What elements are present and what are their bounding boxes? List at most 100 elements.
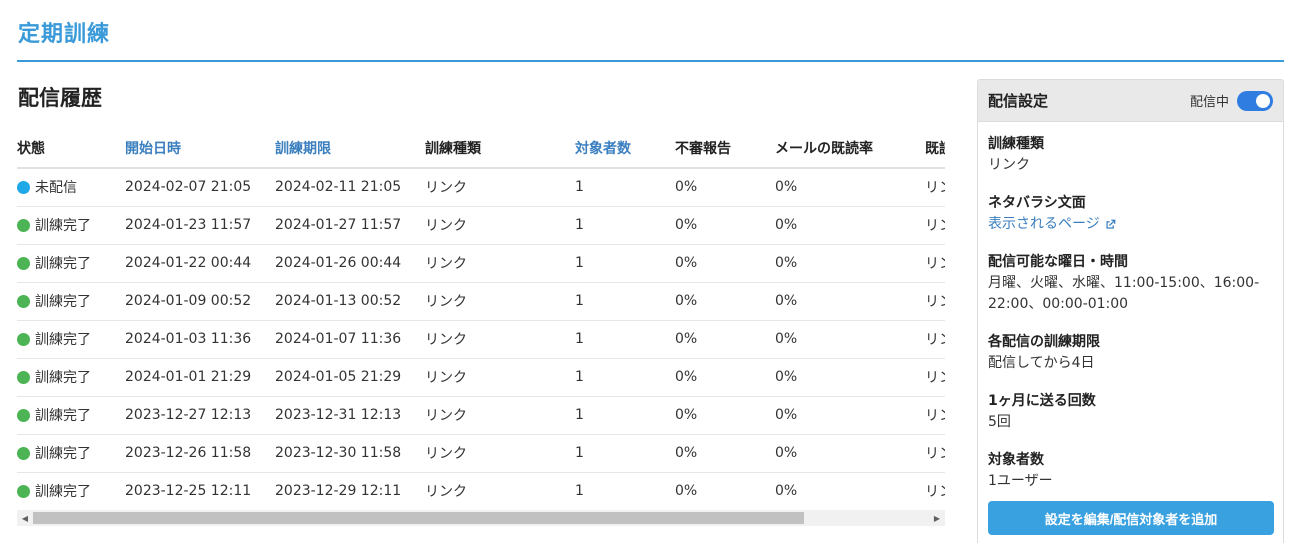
table-cell: 訓練完了 <box>17 358 125 397</box>
column-header: 不審報告 <box>675 128 775 169</box>
table-cell: リン <box>925 206 945 245</box>
column-header: 既読 <box>925 128 945 169</box>
scrollbar-thumb[interactable] <box>33 512 804 524</box>
table-cell: 0% <box>775 282 925 321</box>
field-value: 配信してから4日 <box>988 355 1095 371</box>
table-cell: 2024-02-11 21:05 <box>275 168 425 207</box>
status-label: 訓練完了 <box>35 446 91 462</box>
table-cell: 訓練完了 <box>17 320 125 359</box>
table-cell: 0% <box>675 358 775 397</box>
column-header[interactable]: 開始日時 <box>125 128 275 169</box>
table-cell: リンク <box>425 320 575 359</box>
delivery-toggle[interactable] <box>1237 90 1273 111</box>
table-cell: リンク <box>425 472 575 510</box>
field-deadline: 各配信の訓練期限 配信してから4日 <box>988 332 1273 374</box>
edit-settings-button[interactable]: 設定を編集/配信対象者を追加 <box>988 501 1274 535</box>
field-label: 対象者数 <box>988 452 1044 468</box>
table-header-row: 状態開始日時訓練期限訓練種類対象者数不審報告メールの既読率既読 <box>17 128 945 169</box>
table-cell: 2023-12-30 11:58 <box>275 434 425 473</box>
column-header[interactable]: 訓練期限 <box>275 128 425 169</box>
status-label: 訓練完了 <box>35 256 91 272</box>
status-label: 訓練完了 <box>35 294 91 310</box>
table-cell: 2024-01-13 00:52 <box>275 282 425 321</box>
table-cell: 0% <box>675 168 775 207</box>
table-row[interactable]: 訓練完了 2024-01-23 11:57 2024-01-27 11:57 リンク 1… <box>17 206 945 245</box>
table-cell: 2024-01-01 21:29 <box>125 358 275 397</box>
field-value: 月曜、火曜、水曜、11:00-15:00、16:00-22:00、00:00-0… <box>988 275 1260 312</box>
table-row[interactable]: 訓練完了 2024-01-22 00:44 2024-01-26 00:44 リンク 1… <box>17 244 945 283</box>
status-dot-icon <box>17 447 30 460</box>
field-label: 訓練種類 <box>988 136 1044 152</box>
link-label: 表示されるページ <box>988 216 1100 232</box>
table-cell: 2024-02-07 21:05 <box>125 168 275 207</box>
status-dot-icon <box>17 485 30 498</box>
table-cell: リンク <box>425 358 575 397</box>
table-cell: 1 <box>575 434 675 473</box>
table-cell: 2023-12-27 12:13 <box>125 396 275 435</box>
scroll-left-arrow-icon[interactable]: ◀ <box>17 510 33 526</box>
history-table-container: 状態開始日時訓練期限訓練種類対象者数不審報告メールの既読率既読 未配信 2024-… <box>17 128 945 510</box>
column-header: 訓練種類 <box>425 128 575 169</box>
table-cell: 訓練完了 <box>17 282 125 321</box>
table-cell: リン <box>925 244 945 283</box>
field-label: ネタバラシ文面 <box>988 195 1086 211</box>
status-dot-icon <box>17 181 30 195</box>
table-cell: 0% <box>775 206 925 245</box>
table-cell: リン <box>925 358 945 397</box>
horizontal-scrollbar[interactable]: ◀ ▶ <box>17 510 945 526</box>
scroll-right-arrow-icon[interactable]: ▶ <box>929 510 945 526</box>
status-label: 訓練完了 <box>35 332 91 348</box>
table-row[interactable]: 未配信 2024-02-07 21:05 2024-02-11 21:05 リンク 1 0… <box>17 168 945 207</box>
table-cell: 0% <box>675 206 775 245</box>
table-row[interactable]: 訓練完了 2024-01-01 21:29 2024-01-05 21:29 リンク 1… <box>17 358 945 397</box>
table-cell: 2023-12-25 12:11 <box>125 472 275 510</box>
status-label: 訓練完了 <box>35 484 91 500</box>
table-cell: 0% <box>675 396 775 435</box>
table-cell: 1 <box>575 358 675 397</box>
toggle-label: 配信中 <box>1189 95 1229 110</box>
table-row[interactable]: 訓練完了 2024-01-03 11:36 2024-01-07 11:36 リンク 1… <box>17 320 945 359</box>
page-title: 定期訓練 <box>18 22 111 47</box>
column-header[interactable]: 対象者数 <box>575 128 675 169</box>
table-cell: 訓練完了 <box>17 206 125 245</box>
table-cell: 2023-12-31 12:13 <box>275 396 425 435</box>
panel-header: 配信設定 配信中 <box>978 80 1283 122</box>
table-cell: リン <box>925 434 945 473</box>
table-cell: 1 <box>575 168 675 207</box>
table-cell: 2023-12-26 11:58 <box>125 434 275 473</box>
panel-body: 訓練種類 リンク ネタバラシ文面 表示されるページ 配信可能な曜日・時間 月曜、… <box>978 122 1283 492</box>
table-cell: リンク <box>425 206 575 245</box>
external-link-icon <box>1106 219 1116 229</box>
table-cell: 2024-01-03 11:36 <box>125 320 275 359</box>
table-body: 未配信 2024-02-07 21:05 2024-02-11 21:05 リンク 1 0… <box>17 168 945 510</box>
delivery-toggle-group: 配信中 <box>1189 90 1273 111</box>
field-value: 5回 <box>988 414 1011 430</box>
field-training-type: 訓練種類 リンク <box>988 134 1273 176</box>
field-reveal-text: ネタバラシ文面 表示されるページ <box>988 193 1273 235</box>
status-dot-icon <box>17 219 30 232</box>
table-cell: 0% <box>775 358 925 397</box>
table-row[interactable]: 訓練完了 2023-12-26 11:58 2023-12-30 11:58 リンク 1… <box>17 434 945 473</box>
status-label: 訓練完了 <box>35 408 91 424</box>
table-cell: 0% <box>775 244 925 283</box>
field-label: 1ヶ月に送る回数 <box>988 393 1096 409</box>
status-label: 訓練完了 <box>35 370 91 386</box>
status-dot-icon <box>17 257 30 270</box>
table-cell: 0% <box>775 320 925 359</box>
field-target-count: 対象者数 1ユーザー <box>988 450 1273 492</box>
table-row[interactable]: 訓練完了 2024-01-09 00:52 2024-01-13 00:52 リンク 1… <box>17 282 945 321</box>
table-cell: 訓練完了 <box>17 244 125 283</box>
table-cell: 1 <box>575 396 675 435</box>
reveal-page-link[interactable]: 表示されるページ <box>988 214 1117 235</box>
table-cell: 2023-12-29 12:11 <box>275 472 425 510</box>
table-cell: 0% <box>675 282 775 321</box>
table-row[interactable]: 訓練完了 2023-12-25 12:11 2023-12-29 12:11 リンク 1… <box>17 472 945 510</box>
table-cell: リン <box>925 472 945 510</box>
table-row[interactable]: 訓練完了 2023-12-27 12:13 2023-12-31 12:13 リンク 1… <box>17 396 945 435</box>
table-cell: 0% <box>775 168 925 207</box>
table-cell: 訓練完了 <box>17 396 125 435</box>
table-cell: 2024-01-05 21:29 <box>275 358 425 397</box>
table-cell: 0% <box>675 472 775 510</box>
delivery-settings-panel: 配信設定 配信中 訓練種類 リンク ネタバラシ文面 表示されるページ 配信可能な… <box>977 79 1284 543</box>
table-cell: リンク <box>425 168 575 207</box>
